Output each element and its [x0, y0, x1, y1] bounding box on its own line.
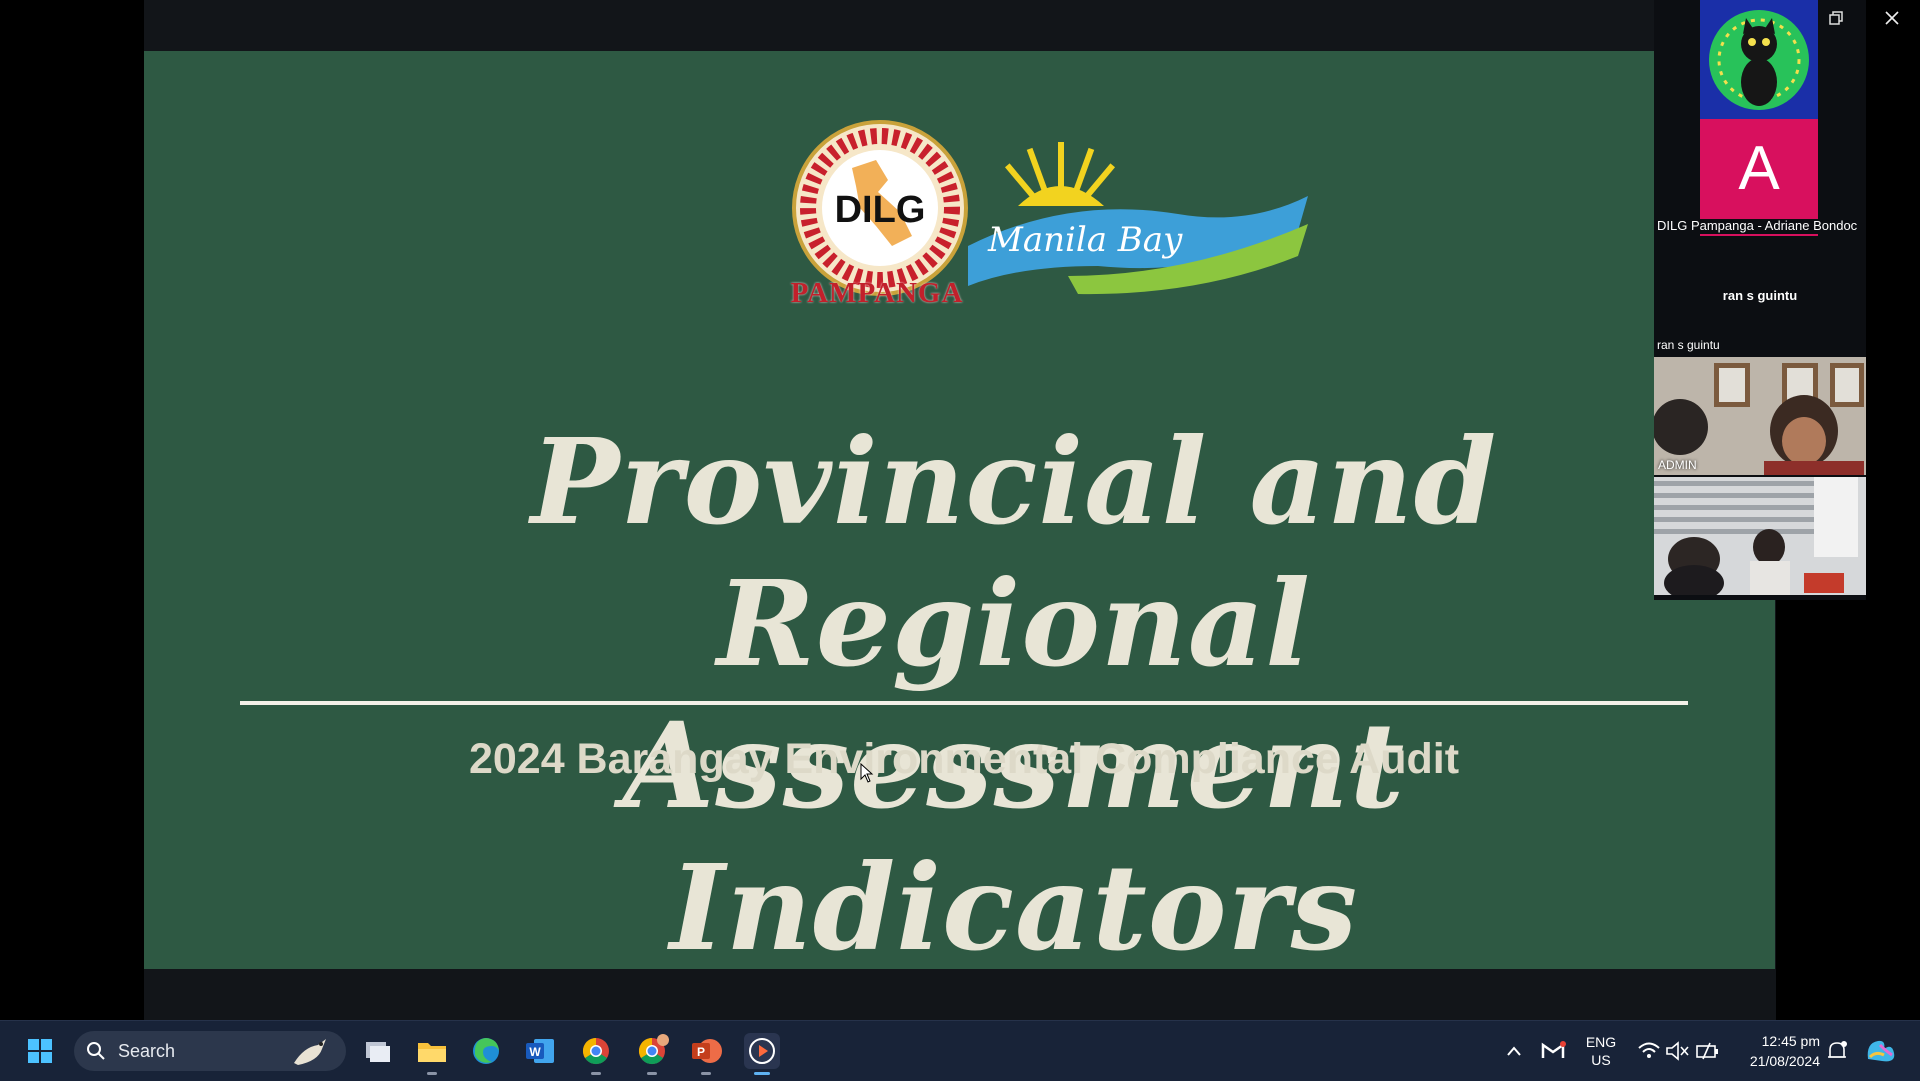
- wifi-icon[interactable]: [1636, 1031, 1662, 1071]
- chrome-profile-icon[interactable]: [632, 1031, 672, 1075]
- keyboard-region: US: [1591, 1052, 1611, 1068]
- search-highlight-bird-icon: [294, 1039, 326, 1065]
- participant-tile-cat-avatar[interactable]: [1700, 0, 1818, 119]
- avatar-initial: A: [1738, 134, 1780, 203]
- copilot-icon[interactable]: [1862, 1031, 1898, 1071]
- system-clock[interactable]: 12:45 pm 21/08/2024: [1724, 1031, 1820, 1071]
- meeting-window: DILG Manila Bay PAMPANGA Provincial and …: [0, 0, 1920, 1020]
- running-indicator: [591, 1072, 601, 1075]
- clock-date: 21/08/2024: [1749, 1053, 1820, 1069]
- pampanga-wordmark: PAMPANGA: [790, 277, 964, 309]
- word-app-icon[interactable]: W: [520, 1031, 560, 1071]
- windows-start-icon[interactable]: [20, 1031, 60, 1071]
- search-label: Search: [118, 1041, 176, 1061]
- room-video-feed: [1654, 477, 1866, 595]
- svg-text:P: P: [697, 1045, 705, 1059]
- taskbar-search-box[interactable]: Search: [74, 1031, 346, 1071]
- file-explorer-icon[interactable]: [412, 1031, 452, 1075]
- gmail-tray-icon[interactable]: [1538, 1031, 1568, 1071]
- manila-bay-logo: Manila Bay: [968, 142, 1308, 295]
- active-indicator: [754, 1072, 770, 1075]
- participant-tile-adriane[interactable]: A: [1700, 119, 1818, 219]
- participant-label-admin: ADMIN: [1658, 458, 1697, 472]
- active-speaker-indicator: [1700, 234, 1818, 236]
- slide-title-line-1: Provincial and Regional: [530, 412, 1498, 693]
- edge-browser-icon[interactable]: [466, 1031, 506, 1071]
- running-indicator: [647, 1072, 657, 1075]
- close-window-icon[interactable]: [1882, 8, 1902, 28]
- title-divider: [240, 701, 1688, 705]
- chevron-up-icon[interactable]: [1502, 1031, 1526, 1071]
- restore-window-icon[interactable]: [1826, 8, 1846, 28]
- presentation-slide: DILG Manila Bay PAMPANGA Provincial and …: [144, 51, 1775, 969]
- slide-subtitle: 2024 Barangay Environmental Compliance A…: [468, 735, 1460, 783]
- cat-avatar-image: [1709, 10, 1809, 110]
- participant-label-ran: ran s guintu: [1657, 338, 1720, 352]
- powerpoint-app-icon[interactable]: P: [686, 1031, 726, 1075]
- running-indicator: [427, 1072, 437, 1075]
- chrome-browser-icon[interactable]: [576, 1031, 616, 1075]
- participant-name-ran-center: ran s guintu: [1722, 288, 1798, 303]
- clock-time: 12:45 pm: [1761, 1033, 1820, 1049]
- slide-title: Provincial and Regional Assessment Indic…: [294, 411, 1734, 969]
- running-indicator: [701, 1072, 711, 1075]
- media-player-icon[interactable]: [742, 1031, 782, 1075]
- task-view-icon[interactable]: [358, 1031, 398, 1071]
- language-code: ENG: [1585, 1034, 1617, 1050]
- manila-bay-logo-text: Manila Bay: [987, 220, 1183, 260]
- search-icon: [87, 1042, 105, 1060]
- notification-bell-icon[interactable]: [1824, 1031, 1850, 1071]
- participant-name-dilg-pampanga: DILG Pampanga - Adriane Bondoc: [1657, 218, 1858, 233]
- speaker-muted-icon[interactable]: [1664, 1031, 1690, 1071]
- dilg-logo-text: DILG: [835, 189, 926, 231]
- battery-icon[interactable]: [1694, 1031, 1720, 1071]
- participant-tile-room-video[interactable]: [1654, 477, 1866, 595]
- svg-text:W: W: [529, 1045, 541, 1059]
- language-indicator[interactable]: ENG US: [1576, 1033, 1626, 1069]
- mouse-pointer-icon: [860, 763, 874, 783]
- windows-taskbar: Search W P ENG US 12:45 pm 21/08/2024: [0, 1020, 1920, 1081]
